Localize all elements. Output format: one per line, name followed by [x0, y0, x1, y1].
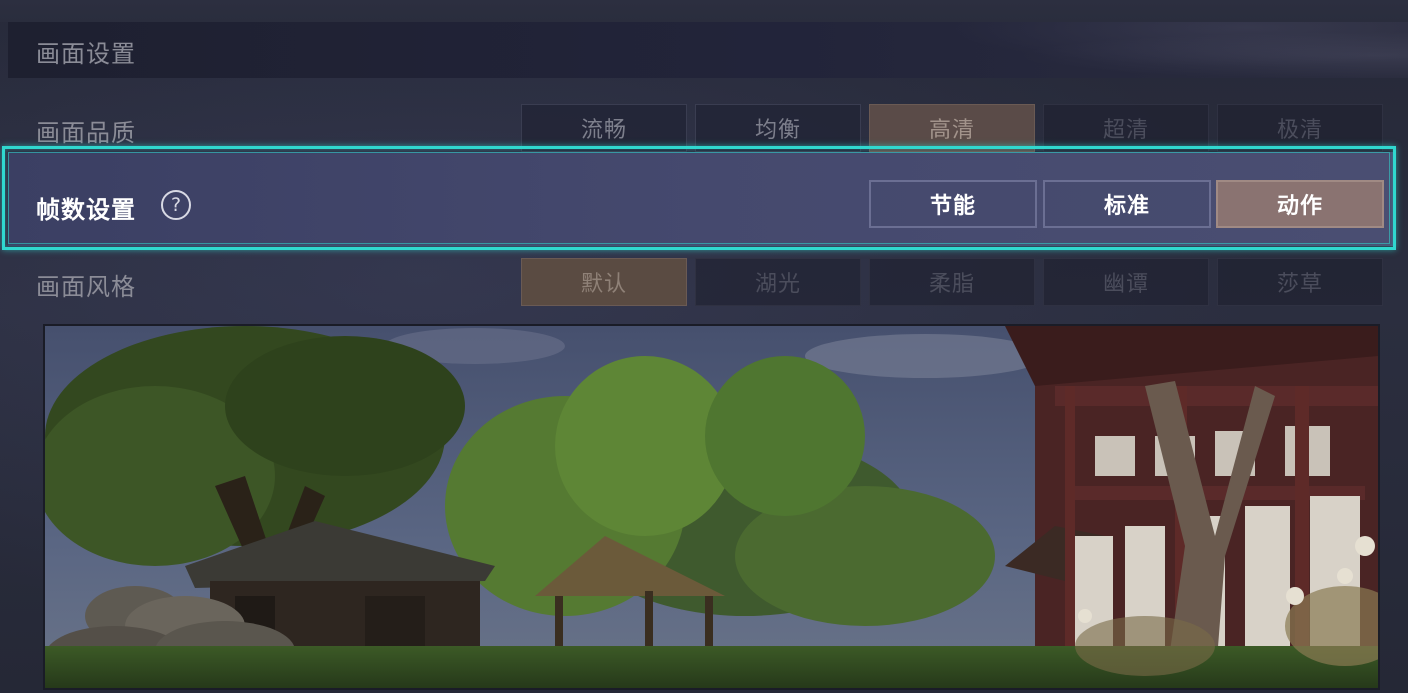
style-label: 画面风格 — [36, 273, 136, 301]
quality-label: 画面品质 — [36, 119, 136, 147]
graphics-settings-panel: 画面设置 画面品质 流畅 均衡 高清 超清 极清 帧数设置 ? 节能 标准 动作… — [0, 0, 1408, 693]
framerate-option-power-saving[interactable]: 节能 — [869, 180, 1037, 228]
style-option-lake[interactable]: 湖光 — [695, 258, 861, 306]
framerate-label: 帧数设置 — [36, 196, 136, 224]
section-title: 画面设置 — [36, 40, 136, 68]
framerate-option-standard[interactable]: 标准 — [1043, 180, 1211, 228]
help-icon[interactable]: ? — [161, 190, 191, 220]
quality-option-hd[interactable]: 高清 — [869, 104, 1035, 152]
style-option-sedge[interactable]: 莎草 — [1217, 258, 1383, 306]
style-preview-image — [43, 324, 1380, 690]
header-decoration — [868, 22, 1408, 78]
style-option-soft[interactable]: 柔脂 — [869, 258, 1035, 306]
quality-option-extreme[interactable]: 极清 — [1217, 104, 1383, 152]
framerate-option-action[interactable]: 动作 — [1216, 180, 1384, 228]
quality-option-ultra[interactable]: 超清 — [1043, 104, 1209, 152]
top-edge — [0, 0, 1408, 22]
style-option-default[interactable]: 默认 — [521, 258, 687, 306]
style-option-deep[interactable]: 幽谭 — [1043, 258, 1209, 306]
quality-option-balanced[interactable]: 均衡 — [695, 104, 861, 152]
header-bar — [8, 22, 1408, 78]
quality-option-smooth[interactable]: 流畅 — [521, 104, 687, 152]
